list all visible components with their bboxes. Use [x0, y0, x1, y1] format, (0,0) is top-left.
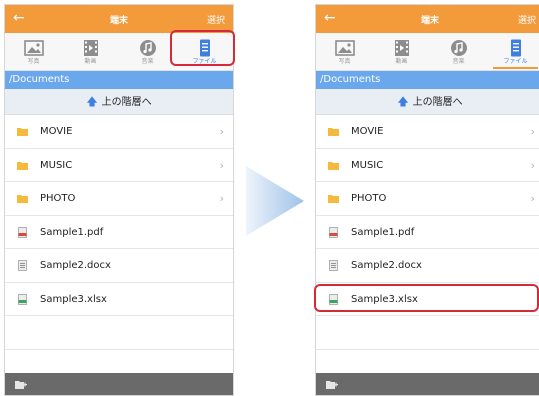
chevron-right-icon: ›	[219, 125, 224, 138]
empty-row	[5, 316, 233, 350]
select-button[interactable]: 選択	[207, 13, 225, 26]
folder-icon	[328, 195, 339, 203]
add-folder-icon[interactable]	[326, 379, 338, 389]
folder-icon	[328, 128, 339, 136]
item-label: Sample2.docx	[351, 260, 422, 271]
tab-label: 動画	[395, 58, 408, 65]
file-list: MOVIE › MUSIC › PHOTO › Sample1.pdf Samp…	[316, 115, 539, 383]
list-item[interactable]: MUSIC ›	[5, 149, 233, 182]
select-button[interactable]: 選択	[518, 13, 536, 26]
header-bar: ← 端末 選択	[5, 5, 233, 33]
up-one-level-button[interactable]: 🡅 上の階層へ	[316, 89, 539, 115]
music-icon	[450, 40, 467, 56]
phone-screen-after: ← 端末 選択 写真 動画 音楽 ファイル /Documents 🡅 上の階層へ …	[315, 4, 539, 396]
bottom-toolbar	[316, 373, 539, 395]
pdf-file-icon	[18, 226, 27, 238]
path-bar: /Documents	[5, 71, 233, 89]
path-bar: /Documents	[316, 71, 539, 89]
item-label: Sample1.pdf	[40, 226, 104, 238]
tab-label: 動画	[84, 58, 97, 65]
item-label: Sample1.pdf	[351, 226, 415, 238]
active-tab-indicator	[493, 67, 538, 69]
list-item[interactable]: Sample1.pdf	[316, 216, 539, 249]
list-item[interactable]: PHOTO ›	[5, 182, 233, 216]
up-label: 上の階層へ	[412, 97, 463, 108]
transition-arrow-icon	[246, 166, 304, 236]
up-label: 上の階層へ	[101, 97, 152, 108]
up-arrow-icon: 🡅	[86, 95, 98, 108]
bottom-toolbar	[5, 373, 233, 395]
folder-icon	[17, 161, 28, 170]
up-arrow-icon: 🡅	[397, 95, 409, 108]
tab-label: 音楽	[141, 58, 154, 65]
list-item[interactable]: MOVIE ›	[5, 115, 233, 149]
tab-label: ファイル	[503, 58, 528, 65]
music-icon	[139, 40, 156, 56]
tab-label: 音楽	[452, 58, 465, 65]
xls-file-icon	[18, 293, 27, 305]
photo-icon	[334, 40, 355, 56]
media-tab-bar: 写真 動画 音楽 ファイル	[316, 33, 539, 71]
empty-row	[316, 316, 539, 350]
header-title: 端末	[420, 16, 439, 26]
tab-photo[interactable]: 写真	[316, 33, 373, 71]
tab-file[interactable]: ファイル	[487, 33, 539, 71]
tab-video[interactable]: 動画	[62, 33, 119, 71]
file-list: MOVIE › MUSIC › PHOTO › Sample1.pdf Samp…	[5, 115, 233, 383]
folder-icon	[17, 128, 28, 136]
list-item[interactable]: MOVIE ›	[316, 115, 539, 149]
chevron-right-icon: ›	[219, 192, 224, 205]
list-item[interactable]: PHOTO ›	[316, 182, 539, 216]
item-label: MOVIE	[351, 126, 384, 137]
file-icon	[510, 39, 521, 57]
tab-label: 写真	[27, 58, 40, 65]
photo-icon	[23, 40, 44, 56]
list-item[interactable]: MUSIC ›	[316, 149, 539, 182]
film-icon	[83, 40, 98, 56]
tab-music[interactable]: 音楽	[119, 33, 176, 71]
item-label: MOVIE	[40, 126, 73, 137]
pdf-file-icon	[329, 226, 338, 238]
list-item[interactable]: Sample2.docx	[5, 249, 233, 283]
list-item[interactable]: Sample1.pdf	[5, 216, 233, 249]
doc-file-icon	[18, 260, 27, 271]
chevron-right-icon: ›	[530, 192, 535, 205]
up-one-level-button[interactable]: 🡅 上の階層へ	[5, 89, 233, 115]
item-label: MUSIC	[351, 159, 384, 171]
tab-music[interactable]: 音楽	[430, 33, 487, 71]
highlight-sample3-row	[314, 284, 539, 312]
list-item[interactable]: Sample2.docx	[316, 249, 539, 283]
item-label: Sample2.docx	[40, 260, 111, 271]
item-label: MUSIC	[40, 159, 73, 171]
header-bar: ← 端末 選択	[316, 5, 539, 33]
item-label: PHOTO	[351, 193, 387, 204]
film-icon	[394, 40, 409, 56]
tab-label: 写真	[338, 58, 351, 65]
doc-file-icon	[329, 260, 338, 271]
header-title: 端末	[109, 16, 128, 26]
highlight-file-tab	[170, 30, 235, 66]
chevron-right-icon: ›	[530, 125, 535, 138]
add-folder-icon[interactable]	[15, 379, 27, 389]
list-item[interactable]: Sample3.xlsx	[5, 283, 233, 316]
item-label: PHOTO	[40, 193, 76, 204]
tab-video[interactable]: 動画	[373, 33, 430, 71]
folder-icon	[17, 195, 28, 203]
chevron-right-icon: ›	[530, 158, 535, 172]
item-label: Sample3.xlsx	[40, 293, 107, 305]
folder-icon	[328, 161, 339, 170]
chevron-right-icon: ›	[219, 158, 224, 172]
tab-photo[interactable]: 写真	[5, 33, 62, 71]
